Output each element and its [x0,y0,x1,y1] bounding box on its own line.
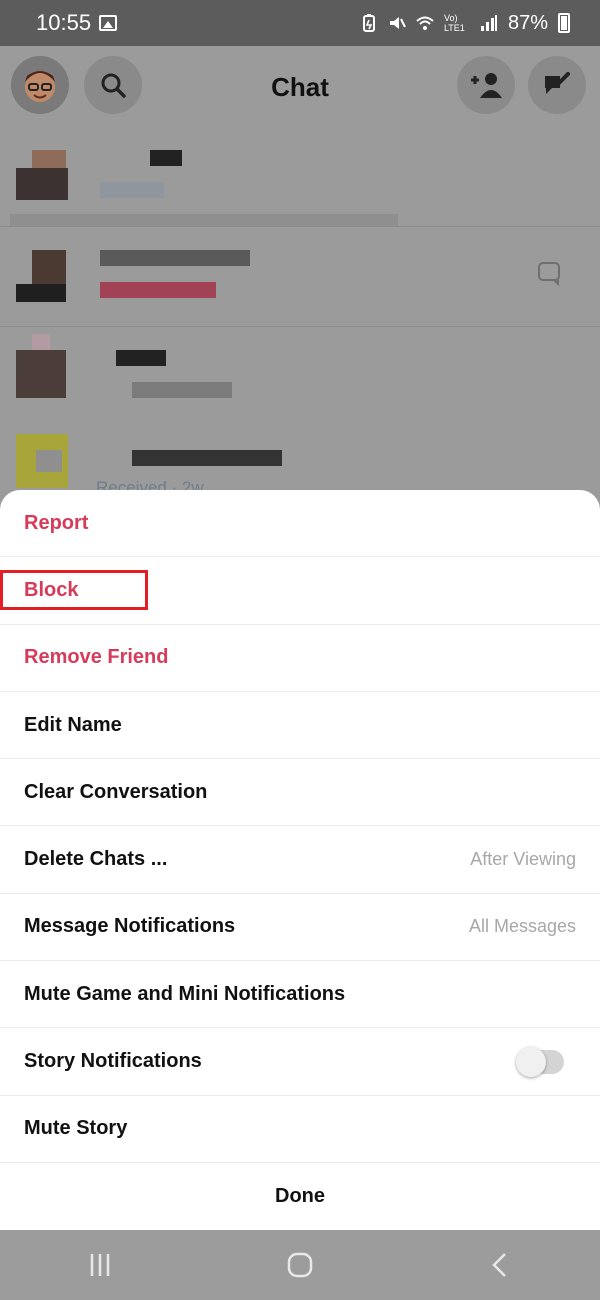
navigation-bar [0,1230,600,1300]
chat-screen-background: Chat Received · 2w [0,46,600,506]
list-item[interactable] [0,246,600,326]
menu-item-label: Remove Friend [24,646,169,669]
mute-game-notifications-button[interactable]: Mute Game and Mini Notifications [0,961,600,1029]
add-friend-icon [471,73,502,98]
new-chat-button[interactable] [528,56,586,114]
done-button[interactable]: Done [0,1163,600,1230]
edit-name-button[interactable]: Edit Name [0,692,600,760]
delete-chats-value: After Viewing [470,849,576,870]
menu-item-label: Message Notifications [24,915,236,938]
home-icon [287,1252,313,1278]
status-bar: 10:55 Vo) LTE1 87% [0,0,600,46]
remove-friend-button[interactable]: Remove Friend [0,625,600,692]
back-button[interactable] [470,1240,530,1290]
chat-options-sheet: Report Block Remove Friend Edit Name Cle… [0,490,600,1230]
mute-story-button[interactable]: Mute Story [0,1096,600,1163]
menu-item-label: Clear Conversation [24,780,208,803]
story-notifications-toggle[interactable] [516,1046,564,1077]
menu-item-label: Mute Game and Mini Notifications [24,982,346,1005]
recent-apps-icon [90,1254,110,1276]
message-notifications-value: All Messages [468,916,576,937]
recent-apps-button[interactable] [70,1240,130,1290]
delete-chats-button[interactable]: Delete Chats ... After Viewing [0,826,600,894]
report-button[interactable]: Report [0,490,600,558]
status-icons: Vo) LTE1 87% [360,12,570,35]
message-notifications-button[interactable]: Message Notifications All Messages [0,894,600,962]
menu-item-label: Report [24,511,89,534]
menu-item-label: Delete Chats ... [24,848,168,871]
done-label: Done [275,1184,325,1207]
menu-item-label: Edit Name [24,713,122,736]
mute-icon [389,17,406,29]
block-button[interactable]: Block [0,557,600,625]
back-icon [492,1253,506,1277]
wifi-icon [416,16,434,30]
status-time: 10:55 [36,10,92,35]
chat-bubble-icon [538,262,560,286]
signal-icon [480,15,497,31]
clear-conversation-button[interactable]: Clear Conversation [0,759,600,827]
menu-item-label: Mute Story [24,1117,128,1140]
list-item[interactable] [0,332,600,412]
highlight-box [0,570,148,611]
add-friend-button[interactable] [457,56,515,114]
menu-item-label: Story Notifications [24,1050,202,1073]
network-label: Vo) LTE1 [443,13,465,33]
gallery-icon [99,15,118,31]
chat-header: Chat [0,46,600,130]
home-button[interactable] [270,1240,330,1290]
battery-saver-icon [362,14,375,32]
new-chat-icon [545,72,570,94]
list-item[interactable] [0,146,600,226]
battery-icon [558,13,570,33]
story-notifications-row: Story Notifications [0,1028,600,1096]
battery-percent: 87% [507,11,548,34]
